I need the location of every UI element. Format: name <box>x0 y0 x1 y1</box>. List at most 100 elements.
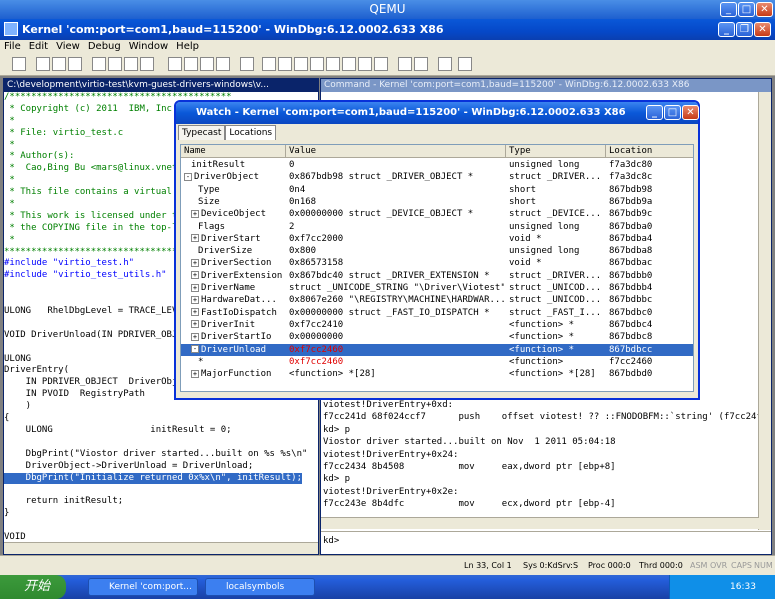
watch-row[interactable]: + DriverName struct _UNICODE_STRING "\Driv… <box>181 282 693 294</box>
menu-debug[interactable]: Debug <box>84 40 125 54</box>
source-line[interactable]: { <box>4 413 318 425</box>
watch-row[interactable]: + DriverStartIo 0x00000000 <function> * 867b… <box>181 331 693 343</box>
source-line[interactable]: DriverObject->DriverUnload = DriverUnloa… <box>4 461 318 473</box>
watch-row[interactable]: DriverSize 0x800 unsigned long 867bdba8 <box>181 245 693 257</box>
watch-row[interactable]: * 0xf7cc2460 <function> f7cc2460 <box>181 356 693 368</box>
source-line[interactable]: DbgPrint("Initialize returned 0x%x\n", i… <box>4 472 318 485</box>
watch-close-button[interactable]: ✕ <box>682 105 699 120</box>
watch-maximize-button[interactable]: □ <box>664 105 681 120</box>
source-line[interactable] <box>4 484 318 496</box>
expand-icon[interactable]: + <box>191 271 199 280</box>
step-over-icon[interactable] <box>184 57 198 71</box>
tab-typecast[interactable]: Typecast <box>178 125 226 140</box>
source-line[interactable] <box>4 437 318 449</box>
watch-row[interactable]: + DriverSection 0x86573158 void * 867bdbac <box>181 257 693 269</box>
expand-icon[interactable]: + <box>191 308 199 317</box>
go-icon[interactable] <box>92 57 106 71</box>
options-icon[interactable] <box>458 57 472 71</box>
qemu-close-button[interactable]: ✕ <box>756 2 773 17</box>
source-line[interactable]: DbgPrint("Viostor driver started...built… <box>4 449 318 461</box>
source-line[interactable]: } <box>4 508 318 520</box>
watch-row[interactable]: + DriverStart 0xf7cc2000 void * 867bdba4 <box>181 233 693 245</box>
expand-icon[interactable]: + <box>191 320 199 329</box>
source-line[interactable]: ) <box>4 401 318 413</box>
menu-view[interactable]: View <box>52 40 84 54</box>
expand-icon[interactable]: + <box>191 332 199 341</box>
command-input[interactable]: kd> <box>321 531 771 554</box>
watch-row[interactable]: Size 0n168 short 867bdb9a <box>181 196 693 208</box>
disassembly-window-icon[interactable] <box>358 57 372 71</box>
collapse-icon[interactable]: - <box>184 172 192 181</box>
windbg-restore-button[interactable]: ❐ <box>736 22 753 37</box>
status-ovr: OVR <box>710 561 728 570</box>
restart-icon[interactable] <box>108 57 122 71</box>
watch-row[interactable]: + DeviceObject 0x00000000 struct _DEVICE_O… <box>181 208 693 220</box>
watch-row[interactable]: + HardwareDat... 0x8067e260 "\REGISTRY\MAC… <box>181 294 693 306</box>
watch-row[interactable]: initResult 0 unsigned long f7a3dc80 <box>181 159 693 171</box>
watch-grid[interactable]: Name Value Type Location initResult 0 unsi… <box>180 144 694 392</box>
watch-row[interactable]: + FastIoDispatch 0x00000000 struct _FAST_I… <box>181 307 693 319</box>
source-line[interactable]: ULONG initResult = 0; <box>4 425 318 437</box>
locals-window-icon[interactable] <box>294 57 308 71</box>
registers-window-icon[interactable] <box>310 57 324 71</box>
run-to-cursor-icon[interactable] <box>216 57 230 71</box>
column-value[interactable]: Value <box>286 145 506 158</box>
qemu-minimize-button[interactable]: _ <box>720 2 737 17</box>
watch-minimize-button[interactable]: _ <box>646 105 663 120</box>
expand-icon[interactable]: + <box>191 283 199 292</box>
windbg-close-button[interactable]: ✕ <box>754 22 771 37</box>
menu-edit[interactable]: Edit <box>25 40 52 54</box>
command-horizontal-scrollbar[interactable] <box>321 517 759 529</box>
scratch-pad-icon[interactable] <box>374 57 388 71</box>
watch-row-type: struct _UNICOD... <box>509 295 602 306</box>
command-output-line: viotest!DriverEntry+0x2e: <box>323 486 459 497</box>
watch-row[interactable]: Flags 2 unsigned long 867bdba0 <box>181 221 693 233</box>
cut-icon[interactable] <box>36 57 50 71</box>
source-horizontal-scrollbar[interactable] <box>4 542 318 554</box>
menu-file[interactable]: File <box>0 40 25 54</box>
copy-icon[interactable] <box>52 57 66 71</box>
source-line[interactable] <box>4 520 318 532</box>
watch-window[interactable]: Watch - Kernel 'com:port=com1,baud=11520… <box>174 100 700 400</box>
hand-icon[interactable] <box>240 57 254 71</box>
column-type[interactable]: Type <box>506 145 606 158</box>
qemu-maximize-button[interactable]: □ <box>738 2 755 17</box>
watch-row[interactable]: - DriverObject 0x867bdb98 struct _DRIVER_O… <box>181 171 693 183</box>
start-button[interactable]: 开始 <box>0 575 66 599</box>
expand-icon[interactable]: + <box>191 258 199 267</box>
watch-row-location: f7cc2460 <box>609 356 653 367</box>
source-line[interactable]: return initResult; <box>4 496 318 508</box>
break-icon[interactable] <box>140 57 154 71</box>
callstack-window-icon[interactable] <box>342 57 356 71</box>
command-vertical-scrollbar[interactable] <box>758 92 771 530</box>
memory-window-icon[interactable] <box>326 57 340 71</box>
stop-debug-icon[interactable] <box>124 57 138 71</box>
expand-icon[interactable]: + <box>191 234 199 243</box>
watch-row[interactable]: - DriverUnload 0xf7cc2460 <function> * 867bd… <box>181 343 693 356</box>
watch-row[interactable]: + MajorFunction <function> *[28] <function>… <box>181 368 693 380</box>
paste-icon[interactable] <box>68 57 82 71</box>
expand-icon[interactable]: + <box>191 209 199 218</box>
watch-window-icon[interactable] <box>278 57 292 71</box>
open-folder-icon[interactable] <box>12 57 26 71</box>
hex-mode-icon[interactable] <box>414 57 428 71</box>
windbg-minimize-button[interactable]: _ <box>718 22 735 37</box>
watch-row[interactable]: + DriverInit 0xf7cc2410 <function> * 867bdbc… <box>181 319 693 331</box>
font-icon[interactable] <box>438 57 452 71</box>
collapse-icon[interactable]: - <box>191 345 199 353</box>
expand-icon[interactable]: + <box>191 295 199 304</box>
step-out-icon[interactable] <box>200 57 214 71</box>
watch-row[interactable]: + DriverExtension 0x867bdc40 struct _DRIVE… <box>181 270 693 282</box>
taskbar-item-windbg[interactable]: Kernel 'com:port... <box>88 578 198 596</box>
command-window-icon[interactable] <box>262 57 276 71</box>
menu-help[interactable]: Help <box>172 40 203 54</box>
step-into-icon[interactable] <box>168 57 182 71</box>
expand-icon[interactable]: + <box>191 369 199 378</box>
menu-window[interactable]: Window <box>125 40 172 54</box>
watch-row[interactable]: Type 0n4 short 867bdb98 <box>181 184 693 196</box>
column-name[interactable]: Name <box>181 145 286 158</box>
source-mode-icon[interactable] <box>398 57 412 71</box>
tab-locations[interactable]: Locations <box>225 125 277 140</box>
taskbar-item-localsymbols[interactable]: localsymbols <box>205 578 315 596</box>
column-location[interactable]: Location <box>606 145 693 158</box>
